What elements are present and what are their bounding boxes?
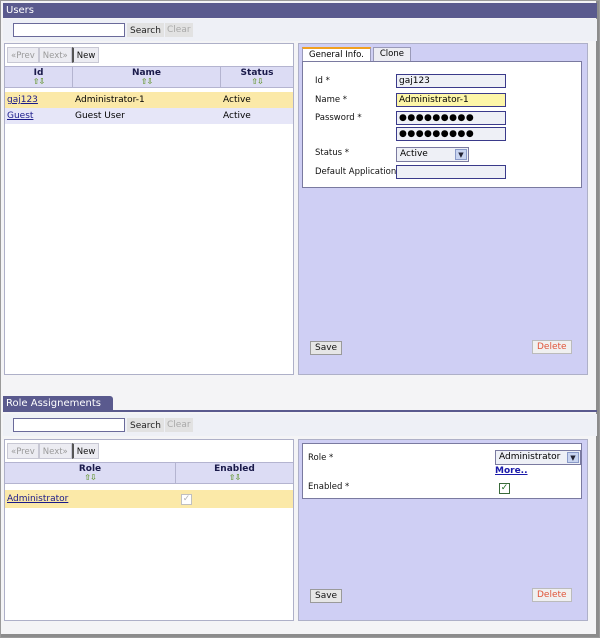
enabled-label: Enabled * bbox=[308, 482, 350, 492]
users-header: Users bbox=[3, 3, 597, 18]
sort-arrows-icon[interactable]: ⇧⇩ bbox=[5, 78, 72, 86]
roles-clear-button[interactable]: Clear bbox=[165, 418, 193, 432]
next-page-button[interactable]: Next» bbox=[38, 443, 72, 459]
prev-page-button[interactable]: «Prev bbox=[7, 47, 39, 63]
users-search-input[interactable] bbox=[13, 23, 125, 37]
column-header-role[interactable]: Role ⇧⇩ bbox=[5, 463, 176, 483]
user-name: Guest User bbox=[75, 111, 125, 121]
section-divider bbox=[3, 410, 597, 412]
delete-button[interactable]: Delete bbox=[532, 340, 572, 354]
roles-search-input[interactable] bbox=[13, 418, 125, 432]
column-header-name[interactable]: Name ⇧⇩ bbox=[73, 67, 221, 87]
table-row[interactable]: Administrator ✓ bbox=[5, 490, 293, 508]
window-frame: Users Search Clear «Prev Next» New Id ⇧⇩… bbox=[0, 0, 600, 638]
tab-general-info[interactable]: General Info. bbox=[302, 47, 371, 61]
users-search-button[interactable]: Search bbox=[127, 23, 164, 37]
user-id-link[interactable]: gaj123 bbox=[5, 95, 73, 105]
roles-pager: «Prev Next» New bbox=[7, 443, 100, 459]
chevron-down-icon[interactable]: ▼ bbox=[567, 452, 579, 463]
roles-table-header: Role ⇧⇩ Enabled ⇧⇩ bbox=[5, 462, 293, 484]
users-grid: «Prev Next» New Id ⇧⇩ Name ⇧⇩ Status ⇧⇩ … bbox=[4, 43, 294, 375]
table-row[interactable]: Guest Guest User Active bbox=[5, 108, 293, 124]
users-clear-button[interactable]: Clear bbox=[165, 23, 193, 37]
role-detail-panel: Role * Administrator ▼ More.. Enabled * … bbox=[298, 439, 588, 621]
role-link[interactable]: Administrator bbox=[5, 494, 176, 504]
user-name: Administrator-1 bbox=[75, 95, 145, 105]
users-pager: «Prev Next» New bbox=[7, 47, 100, 63]
more-link[interactable]: More.. bbox=[495, 466, 528, 476]
password-label: Password * bbox=[315, 113, 362, 123]
user-status: Active bbox=[223, 111, 251, 121]
password-field[interactable]: ●●●●●●●●● bbox=[396, 111, 506, 125]
delete-button[interactable]: Delete bbox=[532, 588, 572, 602]
enabled-checkbox-disabled: ✓ bbox=[181, 494, 192, 505]
role-form: Role * Administrator ▼ More.. Enabled * … bbox=[302, 443, 582, 499]
default-application-label: Default Application bbox=[315, 167, 397, 177]
sort-arrows-icon[interactable]: ⇧⇩ bbox=[221, 78, 293, 86]
id-field[interactable]: gaj123 bbox=[396, 74, 506, 88]
default-application-field[interactable] bbox=[396, 165, 506, 179]
status-select[interactable]: Active ▼ bbox=[396, 147, 469, 162]
sort-arrows-icon[interactable]: ⇧⇩ bbox=[176, 474, 293, 482]
table-row[interactable]: gaj123 Administrator-1 Active bbox=[5, 92, 293, 108]
column-header-status[interactable]: Status ⇧⇩ bbox=[221, 67, 293, 87]
name-label: Name * bbox=[315, 95, 348, 105]
roles-search-bar: Search Clear bbox=[3, 414, 597, 436]
save-button[interactable]: Save bbox=[310, 589, 343, 603]
new-user-button[interactable]: New bbox=[71, 47, 100, 63]
save-button[interactable]: Save bbox=[310, 341, 343, 355]
next-page-button[interactable]: Next» bbox=[38, 47, 72, 63]
column-header-id[interactable]: Id ⇧⇩ bbox=[5, 67, 73, 87]
roles-grid: «Prev Next» New Role ⇧⇩ Enabled ⇧⇩ Admin… bbox=[4, 439, 294, 621]
role-assignments-header: Role Assignements bbox=[3, 396, 113, 411]
user-id-link[interactable]: Guest bbox=[5, 111, 73, 121]
column-header-enabled[interactable]: Enabled ⇧⇩ bbox=[176, 463, 293, 483]
users-search-bar: Search Clear bbox=[3, 19, 597, 41]
user-detail-panel: General Info. Clone Id * gaj123 Name * A… bbox=[298, 43, 588, 375]
sort-arrows-icon[interactable]: ⇧⇩ bbox=[5, 474, 175, 482]
tab-clone[interactable]: Clone bbox=[372, 47, 411, 61]
sort-arrows-icon[interactable]: ⇧⇩ bbox=[73, 78, 220, 86]
chevron-down-icon[interactable]: ▼ bbox=[455, 149, 467, 160]
new-role-button[interactable]: New bbox=[71, 443, 100, 459]
name-field[interactable]: Administrator-1 bbox=[396, 93, 506, 107]
id-label: Id * bbox=[315, 76, 330, 86]
enabled-checkbox[interactable]: ✓ bbox=[499, 483, 510, 494]
users-table-header: Id ⇧⇩ Name ⇧⇩ Status ⇧⇩ bbox=[5, 66, 293, 88]
prev-page-button[interactable]: «Prev bbox=[7, 443, 39, 459]
status-label: Status * bbox=[315, 148, 350, 158]
general-info-form: Id * gaj123 Name * Administrator-1 Passw… bbox=[302, 61, 582, 188]
role-select[interactable]: Administrator ▼ bbox=[495, 450, 581, 465]
role-label: Role * bbox=[308, 453, 334, 463]
user-detail-tabs: General Info. Clone bbox=[302, 47, 413, 61]
roles-search-button[interactable]: Search bbox=[127, 418, 164, 432]
password-confirm-field[interactable]: ●●●●●●●●● bbox=[396, 127, 506, 141]
user-status: Active bbox=[223, 95, 251, 105]
